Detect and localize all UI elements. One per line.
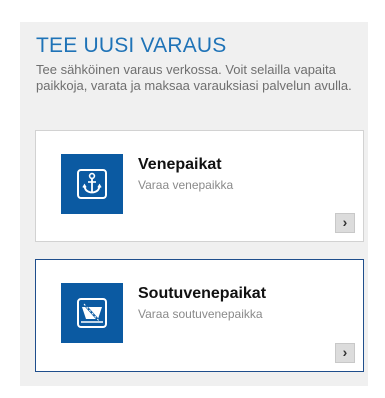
rowboat-berth-option-title: Soutuvenepaikat (138, 285, 267, 302)
berth-option-card[interactable]: Venepaikat Varaa venepaikka › (35, 130, 364, 242)
new-booking-panel: TEE UUSI VARAUS Tee sähköinen varaus ver… (20, 22, 368, 386)
rowboat-berth-arrow-button[interactable]: › (335, 343, 355, 363)
berth-arrow-button[interactable]: › (335, 213, 355, 233)
berth-option-title: Venepaikat (138, 156, 222, 173)
rowboat-berth-option-subtitle: Varaa soutuvenepaikka (138, 307, 263, 321)
anchor-icon (61, 154, 123, 214)
rowboat-berth-option-card[interactable]: Soutuvenepaikat Varaa soutuvenepaikka › (35, 259, 364, 372)
rowboat-icon (61, 283, 123, 343)
page-title: TEE UUSI VARAUS (36, 34, 227, 57)
berth-option-subtitle: Varaa venepaikka (138, 178, 234, 192)
booking-description: Tee sähköinen varaus verkossa. Voit sela… (36, 62, 352, 93)
